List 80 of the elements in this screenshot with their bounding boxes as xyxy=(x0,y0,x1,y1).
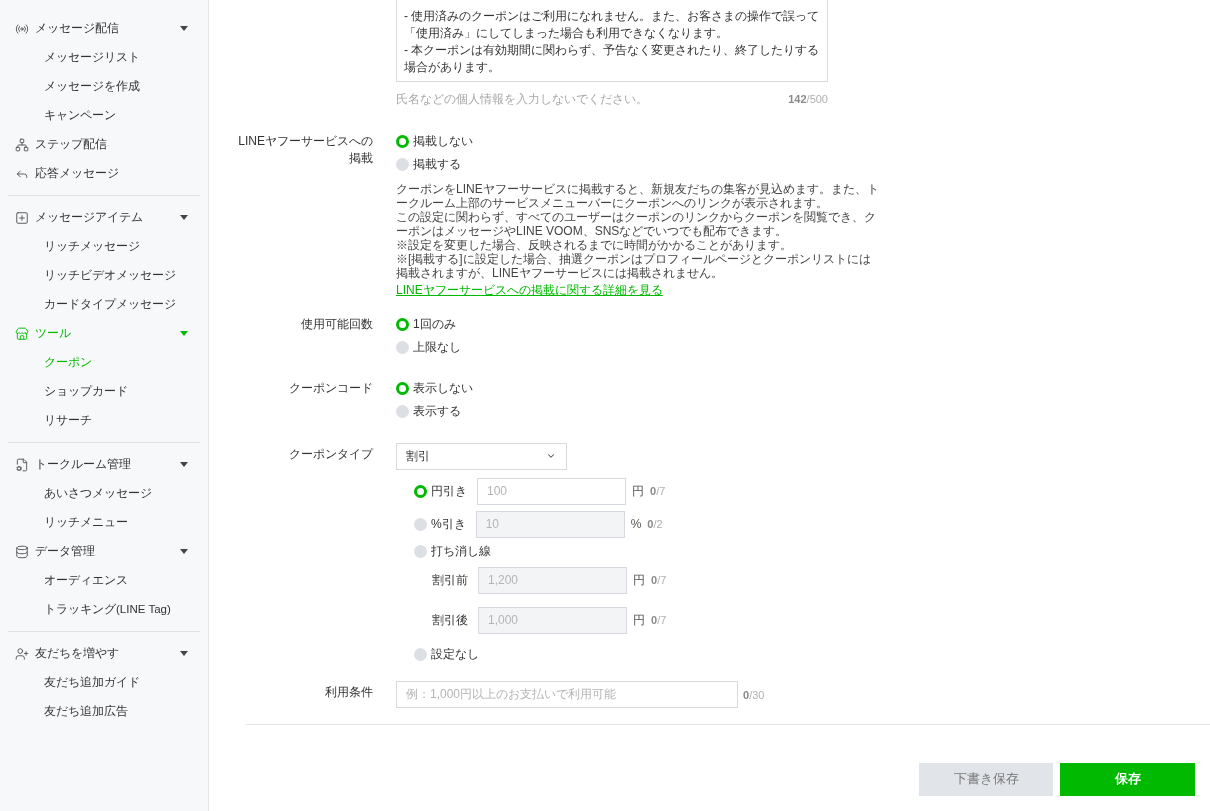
radio-label[interactable]: 表示しない xyxy=(413,379,473,397)
radio-waves-icon xyxy=(15,21,29,36)
sidebar-subitem[interactable]: トラッキング(LINE Tag) xyxy=(0,595,208,624)
radio-button[interactable] xyxy=(414,544,427,558)
sidebar-item[interactable]: メッセージアイテム xyxy=(0,203,208,232)
note-text: ※設定を変更した場合、反映されるまでに時間がかかることがあります。 xyxy=(396,237,793,252)
sidebar-subitem[interactable]: リッチビデオメッセージ xyxy=(0,261,208,290)
sidebar-subitem[interactable]: メッセージを作成 xyxy=(0,72,208,101)
sidebar-subitem[interactable]: オーディエンス xyxy=(0,566,208,595)
radio-button[interactable] xyxy=(396,134,409,148)
character-counter: 0/7 xyxy=(651,572,667,588)
radio-label[interactable]: %引き xyxy=(431,515,466,533)
sidebar-item[interactable]: ステップ配信 xyxy=(0,130,208,159)
field-label: クーポンタイプ xyxy=(289,445,373,463)
character-counter: 0/7 xyxy=(650,483,666,499)
field-label: 利用条件 xyxy=(325,683,373,701)
radio-button[interactable] xyxy=(414,517,427,531)
radio-label[interactable]: 掲載しない xyxy=(413,132,473,150)
draft-save-button[interactable]: 下書き保存 xyxy=(919,762,1053,796)
unit-label: 円 xyxy=(632,483,644,500)
sidebar-item[interactable]: 友だちを増やす xyxy=(0,639,208,668)
user-plus-icon xyxy=(15,646,29,661)
sidebar-item[interactable]: 応答メッセージ xyxy=(0,159,208,188)
field-label: 割引後 xyxy=(432,612,469,629)
caret-down-icon[interactable] xyxy=(180,549,188,554)
character-counter: 0/30 xyxy=(743,689,765,701)
sidebar-item[interactable]: メッセージ配信 xyxy=(0,14,208,43)
sidebar-subitem[interactable]: キャンペーン xyxy=(0,101,208,130)
sidebar-subitem[interactable]: リッチメニュー xyxy=(0,508,208,537)
radio-label[interactable]: 円引き xyxy=(431,482,467,500)
radio-button[interactable] xyxy=(396,317,409,331)
radio-button[interactable] xyxy=(396,404,409,418)
field-label: クーポンコード xyxy=(289,379,373,397)
field-label: 使用可能回数 xyxy=(301,315,373,333)
radio-button[interactable] xyxy=(396,381,409,395)
sidebar-subitem[interactable]: ショップカード xyxy=(0,377,208,406)
sidebar-subitem[interactable]: あいさつメッセージ xyxy=(0,479,208,508)
caret-down-icon[interactable] xyxy=(180,215,188,220)
sidebar-subitem[interactable]: メッセージリスト xyxy=(0,43,208,72)
file-gear-icon xyxy=(15,457,29,472)
sidebar-subitem[interactable]: リッチメッセージ xyxy=(0,232,208,261)
character-counter: 142/500 xyxy=(788,92,828,107)
radio-button[interactable] xyxy=(396,157,409,171)
textarea-field[interactable]: - 使用済みのクーポンはご利用になれません。また、お客さまの操作で誤って「使用済み」にしてしまった場合も利用できなくなります。 - 本クーポンは有効期間に関わらず、予告なく変更されたり、終了したりする場合があります。 xyxy=(396,0,828,82)
sitemap-icon xyxy=(15,137,29,152)
radio-label[interactable]: 打ち消し線 xyxy=(431,542,491,560)
radio-label[interactable]: 設定なし xyxy=(431,645,479,663)
character-counter: 0/2 xyxy=(647,516,663,532)
sidebar-subitem[interactable]: 友だち追加広告 xyxy=(0,697,208,726)
field-label: LINEヤフーサービスへの掲載 xyxy=(237,132,373,167)
sidebar-subitem[interactable]: カードタイプメッセージ xyxy=(0,290,208,319)
note-text: この設定に関わらず、すべてのユーザーはクーポンのリンクからクーポンを閲覧でき、クーポンはメッセージやLINE VOOM、SNSなどでいつでも配布できます。 xyxy=(396,209,877,238)
unit-label: % xyxy=(630,516,642,533)
caret-down-icon[interactable] xyxy=(180,651,188,656)
radio-button[interactable] xyxy=(414,484,427,498)
caret-down-icon[interactable] xyxy=(180,462,188,467)
radio-label[interactable]: 表示する xyxy=(413,402,461,420)
note-text: クーポンをLINEヤフーサービスに掲載すると、新規友だちの集客が見込めます。また、トークルーム上部のサービスメニューバーにクーポンへのリンクが表示されます。 xyxy=(396,181,880,210)
hint-text: 氏名などの個人情報を入力しないでください。 xyxy=(396,92,648,107)
plus-square-icon xyxy=(15,210,29,225)
sidebar-subitem[interactable]: リサーチ xyxy=(0,406,208,435)
radio-button[interactable] xyxy=(414,647,427,661)
field-label: 割引前 xyxy=(432,572,469,589)
database-icon xyxy=(15,544,29,559)
caret-down-icon[interactable] xyxy=(180,26,188,31)
sidebar-subitem[interactable]: 友だち追加ガイド xyxy=(0,668,208,697)
dropdown[interactable]: 割引 xyxy=(396,442,567,470)
sidebar-item[interactable]: データ管理 xyxy=(0,537,208,566)
unit-label: 円 xyxy=(633,612,645,629)
input-field[interactable]: 100 xyxy=(477,477,626,505)
note-text: ※[掲載する]に設定した場合、抽選クーポンはプロフィールページとクーポンリストには掲載されますが、LINEヤフーサービスには掲載されません。 xyxy=(396,251,872,280)
radio-label[interactable]: 上限なし xyxy=(413,338,461,356)
radio-button[interactable] xyxy=(396,340,409,354)
character-counter: 0/7 xyxy=(651,612,667,628)
store-icon xyxy=(15,326,29,341)
radio-label[interactable]: 掲載する xyxy=(413,155,461,173)
sidebar-item[interactable]: トークルーム管理 xyxy=(0,450,208,479)
radio-label[interactable]: 1回のみ xyxy=(413,315,456,333)
unit-label: 円 xyxy=(633,572,645,589)
chevron-down-icon xyxy=(546,451,556,461)
